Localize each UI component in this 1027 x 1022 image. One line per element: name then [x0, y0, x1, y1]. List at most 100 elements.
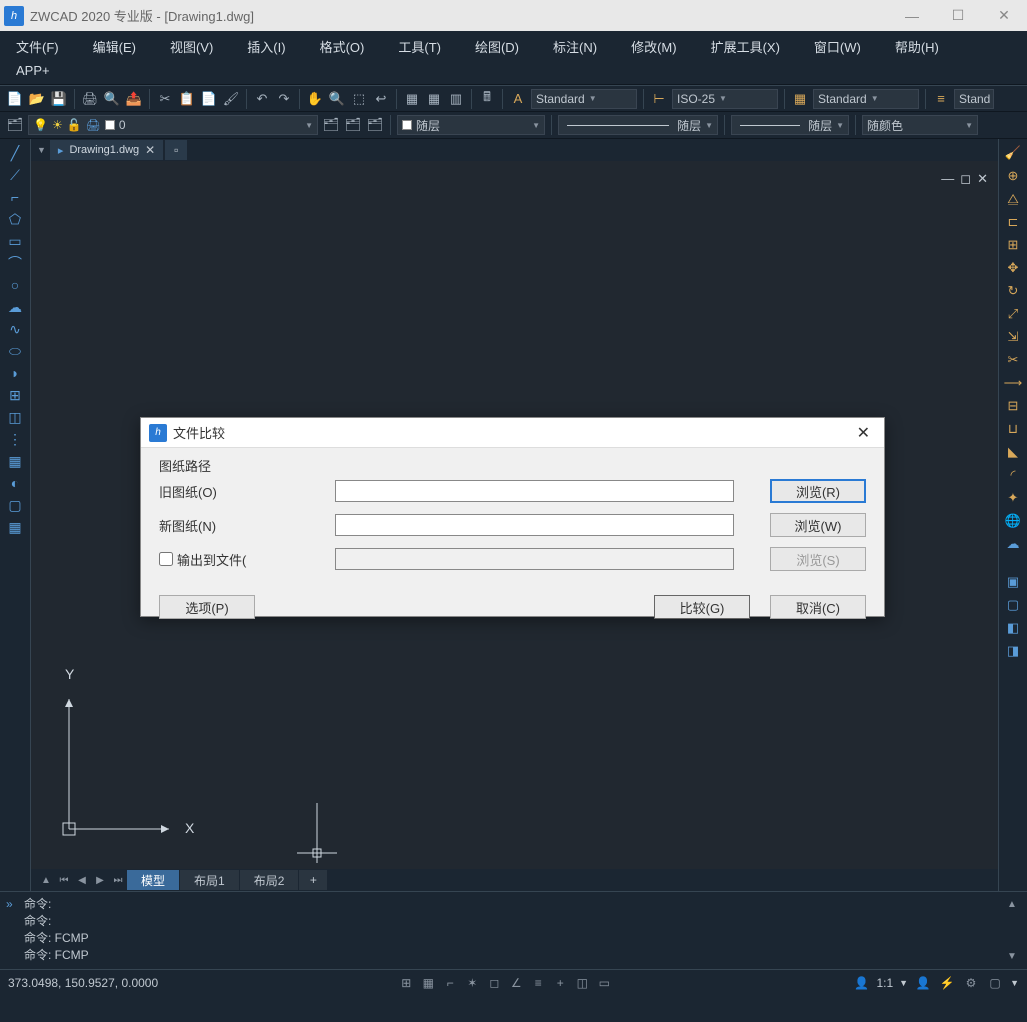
lwt-icon[interactable]: ≡ [529, 974, 547, 992]
menu-insert[interactable]: 插入(I) [241, 35, 291, 58]
layer-state-icon[interactable]: 🗂 [344, 116, 362, 134]
layout-tab-1[interactable]: 布局1 [180, 870, 240, 890]
tool-palette-icon[interactable]: ▥ [447, 90, 465, 108]
viewport-minimize-icon[interactable]: — [941, 171, 954, 187]
ml-style-dropdown[interactable]: Stand [954, 89, 994, 109]
old-drawing-input[interactable] [335, 480, 734, 502]
new-drawing-input[interactable] [335, 514, 734, 536]
order-above-icon[interactable]: ◧ [1002, 618, 1024, 638]
region-icon[interactable]: ▢ [4, 495, 26, 515]
browse-new-button[interactable]: 浏览(W) [770, 513, 866, 537]
chamfer-icon[interactable]: ◣ [1002, 442, 1024, 462]
xline-icon[interactable]: ⟋ [4, 165, 26, 185]
dyn-icon[interactable]: + [551, 974, 569, 992]
snap-icon[interactable]: ⊞ [397, 974, 415, 992]
paste-icon[interactable]: 📄 [200, 90, 218, 108]
cmdline-chevron-icon[interactable]: » [6, 896, 13, 913]
layout-tab-model[interactable]: 模型 [127, 870, 180, 890]
menu-draw[interactable]: 绘图(D) [469, 35, 525, 58]
menu-window[interactable]: 窗口(W) [808, 35, 867, 58]
mirror-icon[interactable]: ⧋ [1002, 189, 1024, 209]
save-icon[interactable]: 💾 [50, 90, 68, 108]
extend-icon[interactable]: ⟶ [1002, 373, 1024, 393]
design-center-icon[interactable]: ▦ [425, 90, 443, 108]
order-front-icon[interactable]: ▣ [1002, 572, 1024, 592]
menu-tools[interactable]: 工具(T) [392, 35, 447, 58]
options-button[interactable]: 选项(P) [159, 595, 255, 619]
publish-icon[interactable]: 📤 [125, 90, 143, 108]
hatch-icon[interactable]: ▦ [4, 451, 26, 471]
clean-icon[interactable]: ▢ [986, 974, 1004, 992]
layer-manager-icon[interactable]: 🗂 [6, 116, 24, 134]
dialog-titlebar[interactable]: h 文件比较 ✕ [141, 418, 884, 448]
layout-nav-last-icon[interactable]: ⏭ [109, 871, 127, 889]
menu-modify[interactable]: 修改(M) [625, 35, 683, 58]
rotate-icon[interactable]: ↻ [1002, 281, 1024, 301]
ann-auto-icon[interactable]: ⚡ [938, 974, 956, 992]
dialog-close-button[interactable]: ✕ [851, 423, 876, 443]
gradient-icon[interactable]: ◐ [4, 473, 26, 493]
circle-icon[interactable]: ○ [4, 275, 26, 295]
pan-icon[interactable]: ✋ [306, 90, 324, 108]
layout-tab-add[interactable]: + [299, 870, 327, 890]
linetype-dropdown[interactable]: 随层▼ [558, 115, 718, 135]
menu-view[interactable]: 视图(V) [164, 35, 219, 58]
fillet-icon[interactable]: ◜ [1002, 465, 1024, 485]
stretch-icon[interactable]: ⇲ [1002, 327, 1024, 347]
color-dropdown[interactable]: 随层▼ [397, 115, 545, 135]
viewport-maximize-icon[interactable]: ◻ [960, 171, 971, 187]
erase-icon[interactable]: 🧹 [1002, 143, 1024, 163]
ann-vis-icon[interactable]: 👤 [914, 974, 932, 992]
browse-old-button[interactable]: 浏览(R) [770, 479, 866, 503]
document-tab[interactable]: ▸ Drawing1.dwg ✕ [50, 140, 163, 160]
copy-icon[interactable]: 📋 [178, 90, 196, 108]
ellipse-icon[interactable]: ⬭ [4, 341, 26, 361]
insert-block-icon[interactable]: ⊞ [4, 385, 26, 405]
print-preview-icon[interactable]: 🔍 [103, 90, 121, 108]
ml-style-icon[interactable]: ≡ [932, 90, 950, 108]
spline-icon[interactable]: ∿ [4, 319, 26, 339]
break-icon[interactable]: ⊟ [1002, 396, 1024, 416]
layer-dropdown[interactable]: 💡☀🔓🖨 0▼ [28, 115, 318, 135]
cut-icon[interactable]: ✂ [156, 90, 174, 108]
ortho-icon[interactable]: ⌐ [441, 974, 459, 992]
print-icon[interactable]: 🖨 [81, 90, 99, 108]
menu-express[interactable]: 扩展工具(X) [705, 35, 786, 58]
cancel-button[interactable]: 取消(C) [770, 595, 866, 619]
cmdline-scroll-up-icon[interactable]: ▲ [1007, 896, 1023, 913]
workspace-icon[interactable]: ⚙ [962, 974, 980, 992]
globe-icon[interactable]: 🌐 [1002, 511, 1024, 531]
maximize-button[interactable]: ☐ [935, 0, 981, 31]
ellipse-arc-icon[interactable]: ◗ [4, 363, 26, 383]
open-icon[interactable]: 📂 [28, 90, 46, 108]
layout-nav-up-icon[interactable]: ▲ [37, 871, 55, 889]
trim-icon[interactable]: ✂ [1002, 350, 1024, 370]
redo-icon[interactable]: ↷ [275, 90, 293, 108]
lineweight-dropdown[interactable]: 随层▼ [731, 115, 849, 135]
table-style-dropdown[interactable]: Standard▼ [813, 89, 919, 109]
layer-prev-icon[interactable]: 🗂 [322, 116, 340, 134]
osnap-icon[interactable]: ◻ [485, 974, 503, 992]
dim-style-icon[interactable]: ⊢ [650, 90, 668, 108]
layout-nav-first-icon[interactable]: ⏮ [55, 871, 73, 889]
point-icon[interactable]: ⋮ [4, 429, 26, 449]
table-style-icon[interactable]: ▦ [791, 90, 809, 108]
rectangle-icon[interactable]: ▭ [4, 231, 26, 251]
make-block-icon[interactable]: ◫ [4, 407, 26, 427]
join-icon[interactable]: ⊔ [1002, 419, 1024, 439]
layer-iso-icon[interactable]: 🗂 [366, 116, 384, 134]
order-back-icon[interactable]: ▢ [1002, 595, 1024, 615]
order-below-icon[interactable]: ◨ [1002, 641, 1024, 661]
explode-icon[interactable]: ✦ [1002, 488, 1024, 508]
cloud-icon[interactable]: ☁ [1002, 534, 1024, 554]
revcloud-icon[interactable]: ☁ [4, 297, 26, 317]
text-style-icon[interactable]: A [509, 90, 527, 108]
array-icon[interactable]: ⊞ [1002, 235, 1024, 255]
menu-file[interactable]: 文件(F) [10, 35, 65, 58]
zoom-prev-icon[interactable]: ↩ [372, 90, 390, 108]
properties-icon[interactable]: ▦ [403, 90, 421, 108]
viewport-close-icon[interactable]: ✕ [977, 171, 988, 187]
layout-nav-prev-icon[interactable]: ◀ [73, 871, 91, 889]
zoom-window-icon[interactable]: ⬚ [350, 90, 368, 108]
scale-display[interactable]: 1:1 [876, 976, 893, 990]
